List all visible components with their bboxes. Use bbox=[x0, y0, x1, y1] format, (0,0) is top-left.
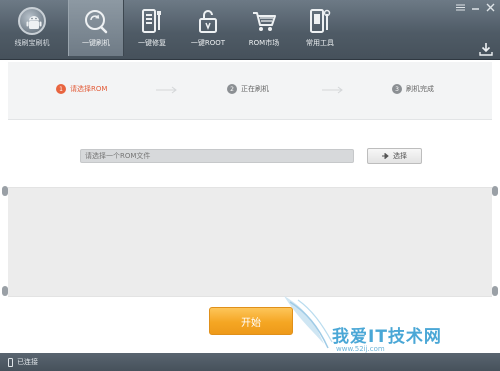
step-flashing: 2 正在刷机 bbox=[227, 84, 269, 94]
close-icon[interactable] bbox=[485, 3, 496, 12]
rom-info-panel bbox=[8, 187, 492, 297]
step-select-rom: 1 请选择ROM bbox=[56, 84, 107, 94]
step-label: 请选择ROM bbox=[70, 85, 108, 93]
tool-label: 一键ROOT bbox=[190, 39, 226, 47]
arrow-right-icon bbox=[382, 153, 389, 159]
step-complete: 3 刷机完成 bbox=[392, 84, 434, 94]
toolbar-tools: 一键刷机 一键修复 一键ROOT ROM市场 常用工具 bbox=[68, 0, 348, 56]
phone-wrench-icon bbox=[124, 8, 180, 34]
choose-file-label: 选择 bbox=[393, 152, 407, 160]
phone-refresh-icon bbox=[69, 8, 123, 34]
step-number: 2 bbox=[227, 84, 237, 94]
arrow-right-icon bbox=[322, 86, 343, 94]
tool-one-click-repair[interactable]: 一键修复 bbox=[124, 0, 180, 56]
status-bar: 已连接 bbox=[0, 353, 500, 371]
choose-file-button[interactable]: 选择 bbox=[367, 148, 422, 164]
right-handle bbox=[492, 186, 498, 196]
tool-label: ROM市场 bbox=[248, 39, 280, 47]
progress-steps: 1 请选择ROM 2 正在刷机 3 刷机完成 bbox=[8, 62, 492, 120]
android-logo-icon bbox=[18, 7, 46, 35]
watermark-url: www.52ij.com bbox=[336, 345, 385, 353]
phone-tools-icon bbox=[292, 8, 348, 34]
top-toolbar: 线刷宝刷机 一键刷机 一键修复 一键ROOT ROM市场 常用工具 bbox=[0, 0, 500, 60]
watermark-text: 我爱IT技术网 bbox=[332, 327, 442, 347]
step-number: 1 bbox=[56, 84, 66, 94]
connection-status: 已连接 bbox=[17, 358, 38, 366]
minimize-icon[interactable] bbox=[470, 3, 481, 12]
rom-file-input[interactable] bbox=[80, 149, 354, 163]
tool-label: 一键刷机 bbox=[82, 39, 110, 47]
site-watermark: 我爱IT技术网 www.52ij.com bbox=[280, 292, 495, 356]
app-logo: 线刷宝刷机 bbox=[4, 2, 60, 58]
unlock-icon bbox=[180, 8, 236, 34]
tool-label: 一键修复 bbox=[138, 39, 166, 47]
tool-one-click-flash[interactable]: 一键刷机 bbox=[68, 0, 124, 56]
step-number: 3 bbox=[392, 84, 402, 94]
download-icon[interactable] bbox=[478, 42, 494, 56]
step-label: 正在刷机 bbox=[241, 85, 269, 93]
window-controls bbox=[455, 3, 496, 12]
file-select-row: 选择 bbox=[80, 148, 430, 164]
logo-label: 线刷宝刷机 bbox=[14, 39, 50, 47]
tool-rom-market[interactable]: ROM市场 bbox=[236, 0, 292, 56]
tool-common-tools[interactable]: 常用工具 bbox=[292, 0, 348, 56]
step-label: 刷机完成 bbox=[406, 85, 434, 93]
cart-icon bbox=[236, 8, 292, 34]
tool-one-click-root[interactable]: 一键ROOT bbox=[180, 0, 236, 56]
arrow-right-icon bbox=[156, 86, 177, 94]
tool-label: 常用工具 bbox=[306, 39, 334, 47]
menu-icon[interactable] bbox=[455, 3, 466, 12]
phone-icon bbox=[8, 357, 13, 367]
